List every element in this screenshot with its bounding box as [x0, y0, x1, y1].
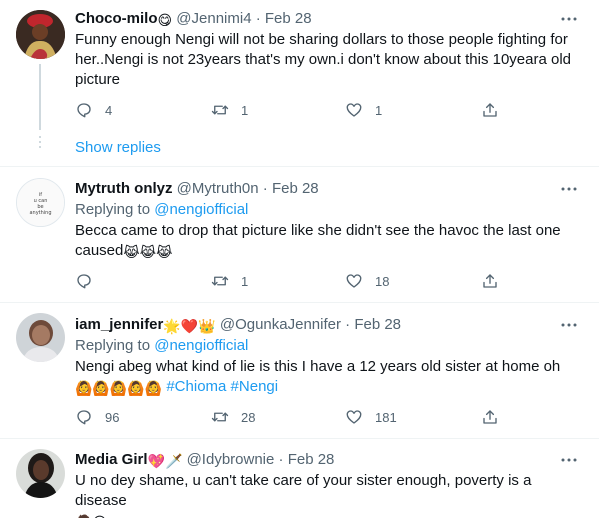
reply-button[interactable]	[75, 271, 105, 291]
tweet-2[interactable]: if u can be anything Mytruth onlyz @Mytr…	[0, 167, 599, 302]
hashtag-link[interactable]: #Nengi	[231, 378, 279, 395]
tweet-header: Mytruth onlyz @Mytruth0n · Feb 28	[75, 179, 319, 199]
tweet-actions: 96 28 181	[75, 407, 505, 427]
more-icon[interactable]	[559, 10, 579, 30]
more-icon[interactable]	[559, 451, 579, 471]
timestamp[interactable]: Feb 28	[272, 180, 319, 197]
handle[interactable]: @Idybrownie	[187, 451, 275, 468]
thread-dots	[39, 136, 41, 151]
avatar[interactable]: if u can be anything	[16, 178, 65, 227]
handle[interactable]: @Mytruth0n	[177, 180, 259, 197]
separator: ·	[262, 180, 268, 197]
display-name[interactable]: Choco-milo	[75, 10, 158, 27]
reply-icon	[77, 410, 91, 425]
like-icon	[346, 103, 362, 117]
replying-handle-link[interactable]: @nengiofficial	[154, 337, 248, 354]
tweet-header: iam_jennifer🌟❤️👑 @OgunkaJennifer · Feb 2…	[75, 315, 401, 335]
avatar-image	[16, 313, 65, 362]
replying-label: Replying to	[75, 201, 151, 218]
like-count: 1	[375, 102, 383, 118]
replying-to: Replying to @nengiofficial	[75, 336, 585, 356]
tweet-text-content: U no dey shame, u can't take care of you…	[75, 472, 532, 509]
like-button[interactable]: 18	[345, 271, 389, 291]
thread-line	[39, 64, 41, 130]
tweet-actions: 1 18	[75, 271, 505, 291]
tweet-text: U no dey shame, u can't take care of you…	[75, 471, 585, 518]
replying-to: Replying to @nengiofficial	[75, 200, 585, 220]
handle[interactable]: @OgunkaJennifer	[220, 316, 341, 333]
show-replies-link[interactable]: Show replies	[75, 139, 161, 156]
separator: ·	[345, 316, 351, 333]
tweet-4[interactable]: Media Girl💖🗡️ @Idybrownie · Feb 28 U no …	[0, 439, 599, 518]
retweet-count: 1	[241, 273, 249, 289]
reply-icon	[77, 103, 91, 118]
like-count: 18	[375, 273, 390, 289]
share-icon	[483, 103, 497, 117]
display-name[interactable]: Media Girl	[75, 451, 148, 468]
retweet-button[interactable]: 1	[211, 100, 248, 120]
display-name[interactable]: Mytruth onlyz	[75, 180, 173, 197]
text-emoji: 🤦😜	[75, 514, 107, 518]
reply-count: 96	[105, 409, 120, 425]
hashtag-link[interactable]: #Chioma	[166, 378, 226, 395]
text-emoji: 😹😹😹	[123, 244, 173, 260]
retweet-button[interactable]: 28	[211, 407, 255, 427]
like-count: 181	[375, 409, 397, 425]
tweet-3[interactable]: iam_jennifer🌟❤️👑 @OgunkaJennifer · Feb 2…	[0, 303, 599, 438]
share-button[interactable]	[481, 407, 499, 427]
timestamp[interactable]: Feb 28	[354, 316, 401, 333]
more-icon[interactable]	[559, 316, 579, 336]
retweet-count: 28	[241, 409, 256, 425]
timestamp[interactable]: Feb 28	[288, 451, 335, 468]
tweet-text: Nengi abeg what kind of lie is this I ha…	[75, 357, 585, 397]
share-icon	[483, 274, 497, 288]
avatar[interactable]	[16, 449, 65, 498]
tweet-text-content: Nengi abeg what kind of lie is this I ha…	[75, 358, 561, 375]
display-name[interactable]: iam_jennifer	[75, 316, 163, 333]
more-icon[interactable]	[559, 180, 579, 200]
avatar-image	[16, 449, 65, 498]
handle[interactable]: @Jennimi4	[176, 10, 251, 27]
share-button[interactable]	[481, 271, 499, 291]
name-emoji: 🌟❤️👑	[163, 318, 216, 334]
tweet-actions: 4 1 1	[75, 100, 505, 120]
retweet-icon	[211, 412, 229, 422]
avatar[interactable]	[16, 313, 65, 362]
tweet-1[interactable]: Choco-milo😋 @Jennimi4 · Feb 28 Funny eno…	[0, 0, 599, 166]
retweet-icon	[211, 276, 229, 286]
avatar[interactable]	[16, 10, 65, 59]
retweet-icon	[211, 105, 229, 115]
separator: ·	[278, 451, 284, 468]
tweet-text: Becca came to drop that picture like she…	[75, 221, 585, 261]
svg-text:anything: anything	[29, 210, 51, 216]
share-button[interactable]	[481, 100, 499, 120]
reply-count: 4	[105, 102, 113, 118]
avatar-image: if u can be anything	[17, 179, 64, 226]
name-emoji: 💖🗡️	[147, 453, 183, 469]
like-icon	[346, 410, 362, 424]
name-emoji: 😋	[157, 12, 173, 28]
reply-icon	[77, 274, 91, 289]
retweet-count: 1	[241, 102, 249, 118]
like-button[interactable]: 1	[345, 100, 382, 120]
share-icon	[483, 410, 497, 424]
like-icon	[346, 274, 362, 288]
reply-button[interactable]: 96	[75, 407, 119, 427]
like-button[interactable]: 181	[345, 407, 397, 427]
tweet-text: Funny enough Nengi will not be sharing d…	[75, 31, 572, 88]
replying-handle-link[interactable]: @nengiofficial	[154, 201, 248, 218]
avatar-image	[16, 10, 65, 59]
retweet-button[interactable]: 1	[211, 271, 248, 291]
timestamp[interactable]: Feb 28	[265, 10, 312, 27]
tweet-header: Choco-milo😋 @Jennimi4 · Feb 28	[75, 9, 312, 29]
replying-label: Replying to	[75, 337, 151, 354]
separator: ·	[255, 10, 261, 27]
tweet-header: Media Girl💖🗡️ @Idybrownie · Feb 28	[75, 450, 334, 470]
text-emoji: 🙆🙆🙆🙆🙆	[75, 380, 163, 396]
reply-button[interactable]: 4	[75, 100, 112, 120]
